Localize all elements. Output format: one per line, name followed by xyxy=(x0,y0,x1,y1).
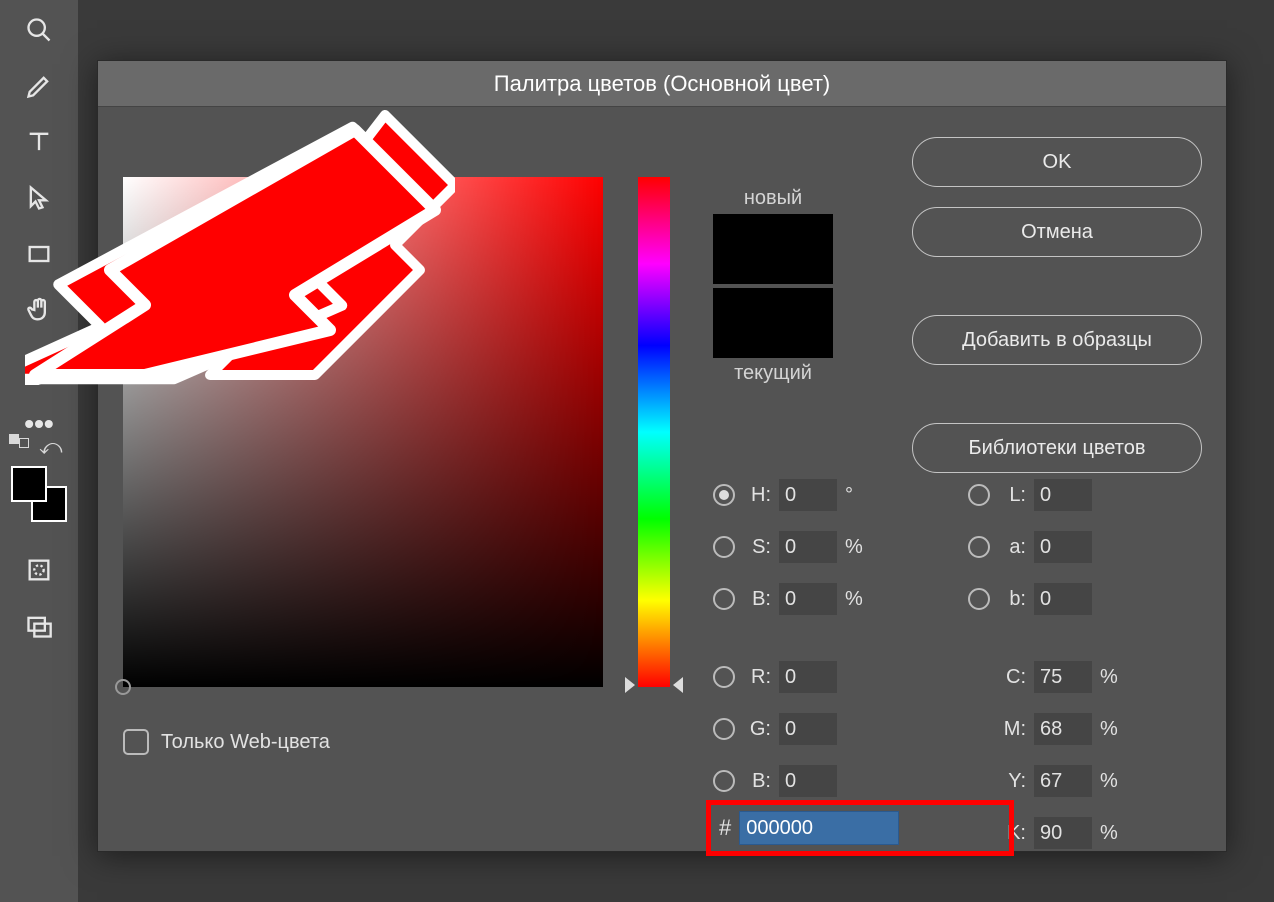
l-label: L: xyxy=(998,484,1026,507)
bri-radio[interactable] xyxy=(713,588,735,610)
dialog-title: Палитра цветов (Основной цвет) xyxy=(494,71,831,97)
hue-slider[interactable] xyxy=(638,177,670,687)
lab-cmyk-group: L: a: b: C:% M:% Y:% K:% xyxy=(968,477,1118,851)
y-unit: % xyxy=(1100,770,1118,793)
brgb-input[interactable] xyxy=(779,765,837,797)
h-input[interactable] xyxy=(779,479,837,511)
web-only-checkbox[interactable]: Только Web-цвета xyxy=(123,729,330,755)
new-color-swatch[interactable] xyxy=(713,214,833,284)
magnifier-tool-icon[interactable] xyxy=(14,10,64,50)
s-input[interactable] xyxy=(779,531,837,563)
hex-input[interactable] xyxy=(739,811,899,845)
blab-input[interactable] xyxy=(1034,583,1092,615)
dialog-titlebar: Палитра цветов (Основной цвет) xyxy=(98,61,1226,107)
y-label: Y: xyxy=(998,770,1026,793)
color-libraries-button[interactable]: Библиотеки цветов xyxy=(912,423,1202,473)
bhsb-label: B: xyxy=(743,588,771,611)
bhsb-unit: % xyxy=(845,588,863,611)
g-label: G: xyxy=(743,718,771,741)
color-field-marker xyxy=(115,679,131,695)
brgb-label: B: xyxy=(743,770,771,793)
type-tool-icon[interactable] xyxy=(14,122,64,162)
dialog-body: новый текущий OK Отмена Добавить в образ… xyxy=(98,107,1226,851)
cancel-button[interactable]: Отмена xyxy=(912,207,1202,257)
screenmode-tool-icon[interactable] xyxy=(14,606,64,646)
current-color-swatch[interactable] xyxy=(713,288,833,358)
foreground-color-swatch[interactable] xyxy=(11,466,47,502)
brgb-radio[interactable] xyxy=(713,770,735,792)
zoom-tool-icon[interactable] xyxy=(14,346,64,386)
g-radio[interactable] xyxy=(713,718,735,740)
add-swatch-button[interactable]: Добавить в образцы xyxy=(912,315,1202,365)
blab-radio[interactable] xyxy=(968,588,990,610)
quickmask-tool-icon[interactable] xyxy=(14,550,64,590)
s-unit: % xyxy=(845,536,863,559)
a-input[interactable] xyxy=(1034,531,1092,563)
r-radio[interactable] xyxy=(713,666,735,688)
new-label: новый xyxy=(713,187,833,210)
tools-panel: ••• ⤺ xyxy=(0,0,78,902)
hex-highlight-box: # xyxy=(706,800,1014,856)
path-select-tool-icon[interactable] xyxy=(14,178,64,218)
sat-radio[interactable] xyxy=(713,536,735,558)
l-input[interactable] xyxy=(1034,479,1092,511)
default-colors-icon[interactable]: ⤺ xyxy=(9,434,63,460)
l-radio[interactable] xyxy=(968,484,990,506)
bhsb-input[interactable] xyxy=(779,583,837,615)
web-only-label: Только Web-цвета xyxy=(161,731,330,754)
h-unit: ° xyxy=(845,484,863,507)
s-label: S: xyxy=(743,536,771,559)
y-input[interactable] xyxy=(1034,765,1092,797)
hue-radio[interactable] xyxy=(713,484,735,506)
checkbox-icon xyxy=(123,729,149,755)
swatch-preview: новый текущий xyxy=(713,187,833,385)
hsb-rgb-group: H: ° S:% B:% R: G: B: xyxy=(713,477,863,799)
color-field[interactable] xyxy=(123,177,603,687)
current-label: текущий xyxy=(713,362,833,385)
dialog-buttons: OK Отмена Добавить в образцы Библиотеки … xyxy=(912,137,1202,473)
g-input[interactable] xyxy=(779,713,837,745)
m-unit: % xyxy=(1100,718,1118,741)
m-input[interactable] xyxy=(1034,713,1092,745)
c-input[interactable] xyxy=(1034,661,1092,693)
ok-button[interactable]: OK xyxy=(912,137,1202,187)
r-label: R: xyxy=(743,666,771,689)
blab-label: b: xyxy=(998,588,1026,611)
a-label: a: xyxy=(998,536,1026,559)
hex-hash: # xyxy=(719,815,731,841)
hand-tool-icon[interactable] xyxy=(14,290,64,330)
k-unit: % xyxy=(1100,822,1118,845)
rectangle-tool-icon[interactable] xyxy=(14,234,64,274)
pen-tool-icon[interactable] xyxy=(14,66,64,106)
k-input[interactable] xyxy=(1034,817,1092,849)
color-swatches-tool[interactable]: ⤺ xyxy=(9,464,69,524)
c-label: C: xyxy=(998,666,1026,689)
color-picker-dialog: Палитра цветов (Основной цвет) новый тек… xyxy=(97,60,1227,852)
r-input[interactable] xyxy=(779,661,837,693)
a-radio[interactable] xyxy=(968,536,990,558)
c-unit: % xyxy=(1100,666,1118,689)
h-label: H: xyxy=(743,484,771,507)
m-label: M: xyxy=(998,718,1026,741)
